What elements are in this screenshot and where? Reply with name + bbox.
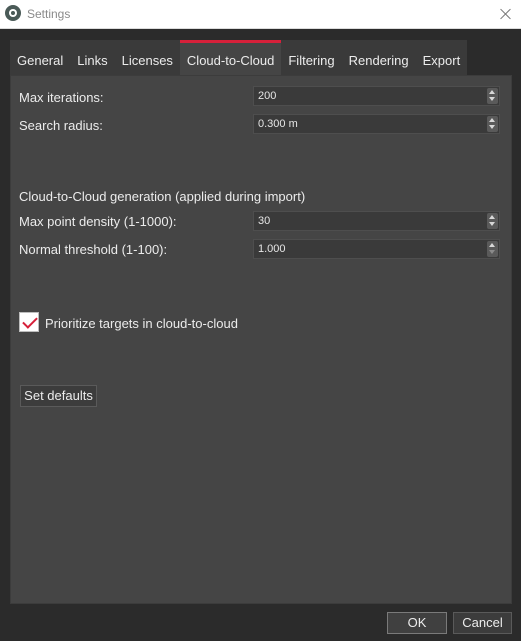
max-iterations-value: 200 (258, 90, 277, 102)
max-point-density-value: 30 (258, 215, 271, 227)
generation-section-title: Cloud-to-Cloud generation (applied durin… (19, 189, 306, 204)
tab-filtering[interactable]: Filtering (281, 40, 342, 75)
normal-threshold-label: Normal threshold (1-100): (19, 242, 168, 257)
normal-threshold-value: 1.000 (258, 243, 286, 255)
max-iterations-down-arrow-icon[interactable] (487, 96, 498, 104)
prioritize-targets-label[interactable]: Prioritize targets in cloud-to-cloud (45, 316, 238, 331)
normal-threshold-stepper (487, 241, 498, 257)
max-point-density-spinbox[interactable]: 30 (253, 211, 500, 231)
normal-threshold-spinbox[interactable]: 1.000 (253, 239, 500, 259)
max-iterations-up-arrow-icon[interactable] (487, 88, 498, 96)
tab-links[interactable]: Links (70, 40, 115, 75)
search-radius-down-arrow-icon[interactable] (487, 124, 498, 132)
set-defaults-button[interactable]: Set defaults (20, 385, 97, 407)
tab-general[interactable]: General (10, 40, 71, 75)
max-point-density-down-arrow-icon[interactable] (487, 221, 498, 229)
title-bar: Settings (0, 0, 521, 29)
max-point-density-up-arrow-icon[interactable] (487, 213, 498, 221)
search-radius-stepper (487, 116, 498, 132)
tab-rendering[interactable]: Rendering (341, 40, 416, 75)
max-iterations-spinbox[interactable]: 200 (253, 86, 500, 106)
cancel-button[interactable]: Cancel (453, 612, 512, 634)
max-iterations-label: Max iterations: (19, 90, 104, 105)
search-radius-spinbox[interactable]: 0.300 m (253, 114, 500, 134)
normal-threshold-down-arrow-icon[interactable] (487, 249, 498, 257)
search-radius-label: Search radius: (19, 118, 103, 133)
max-point-density-stepper (487, 213, 498, 229)
normal-threshold-up-arrow-icon[interactable] (487, 241, 498, 249)
prioritize-targets-checkbox[interactable] (19, 312, 39, 332)
window-title: Settings (27, 7, 71, 21)
tab-licenses[interactable]: Licenses (114, 40, 180, 75)
search-radius-up-arrow-icon[interactable] (487, 116, 498, 124)
settings-tabs: General Links Licenses Cloud-to-Cloud Fi… (10, 40, 468, 75)
search-radius-value: 0.300 m (258, 118, 298, 130)
cloud-to-cloud-panel (10, 75, 512, 604)
close-icon[interactable] (497, 5, 515, 23)
tab-cloud-to-cloud[interactable]: Cloud-to-Cloud (179, 40, 282, 75)
resize-grip-icon[interactable] (513, 633, 521, 641)
app-icon (5, 5, 21, 21)
ok-button[interactable]: OK (387, 612, 447, 634)
max-iterations-stepper (487, 88, 498, 104)
max-point-density-label: Max point density (1-1000): (19, 214, 177, 229)
tab-export[interactable]: Export (415, 40, 468, 75)
